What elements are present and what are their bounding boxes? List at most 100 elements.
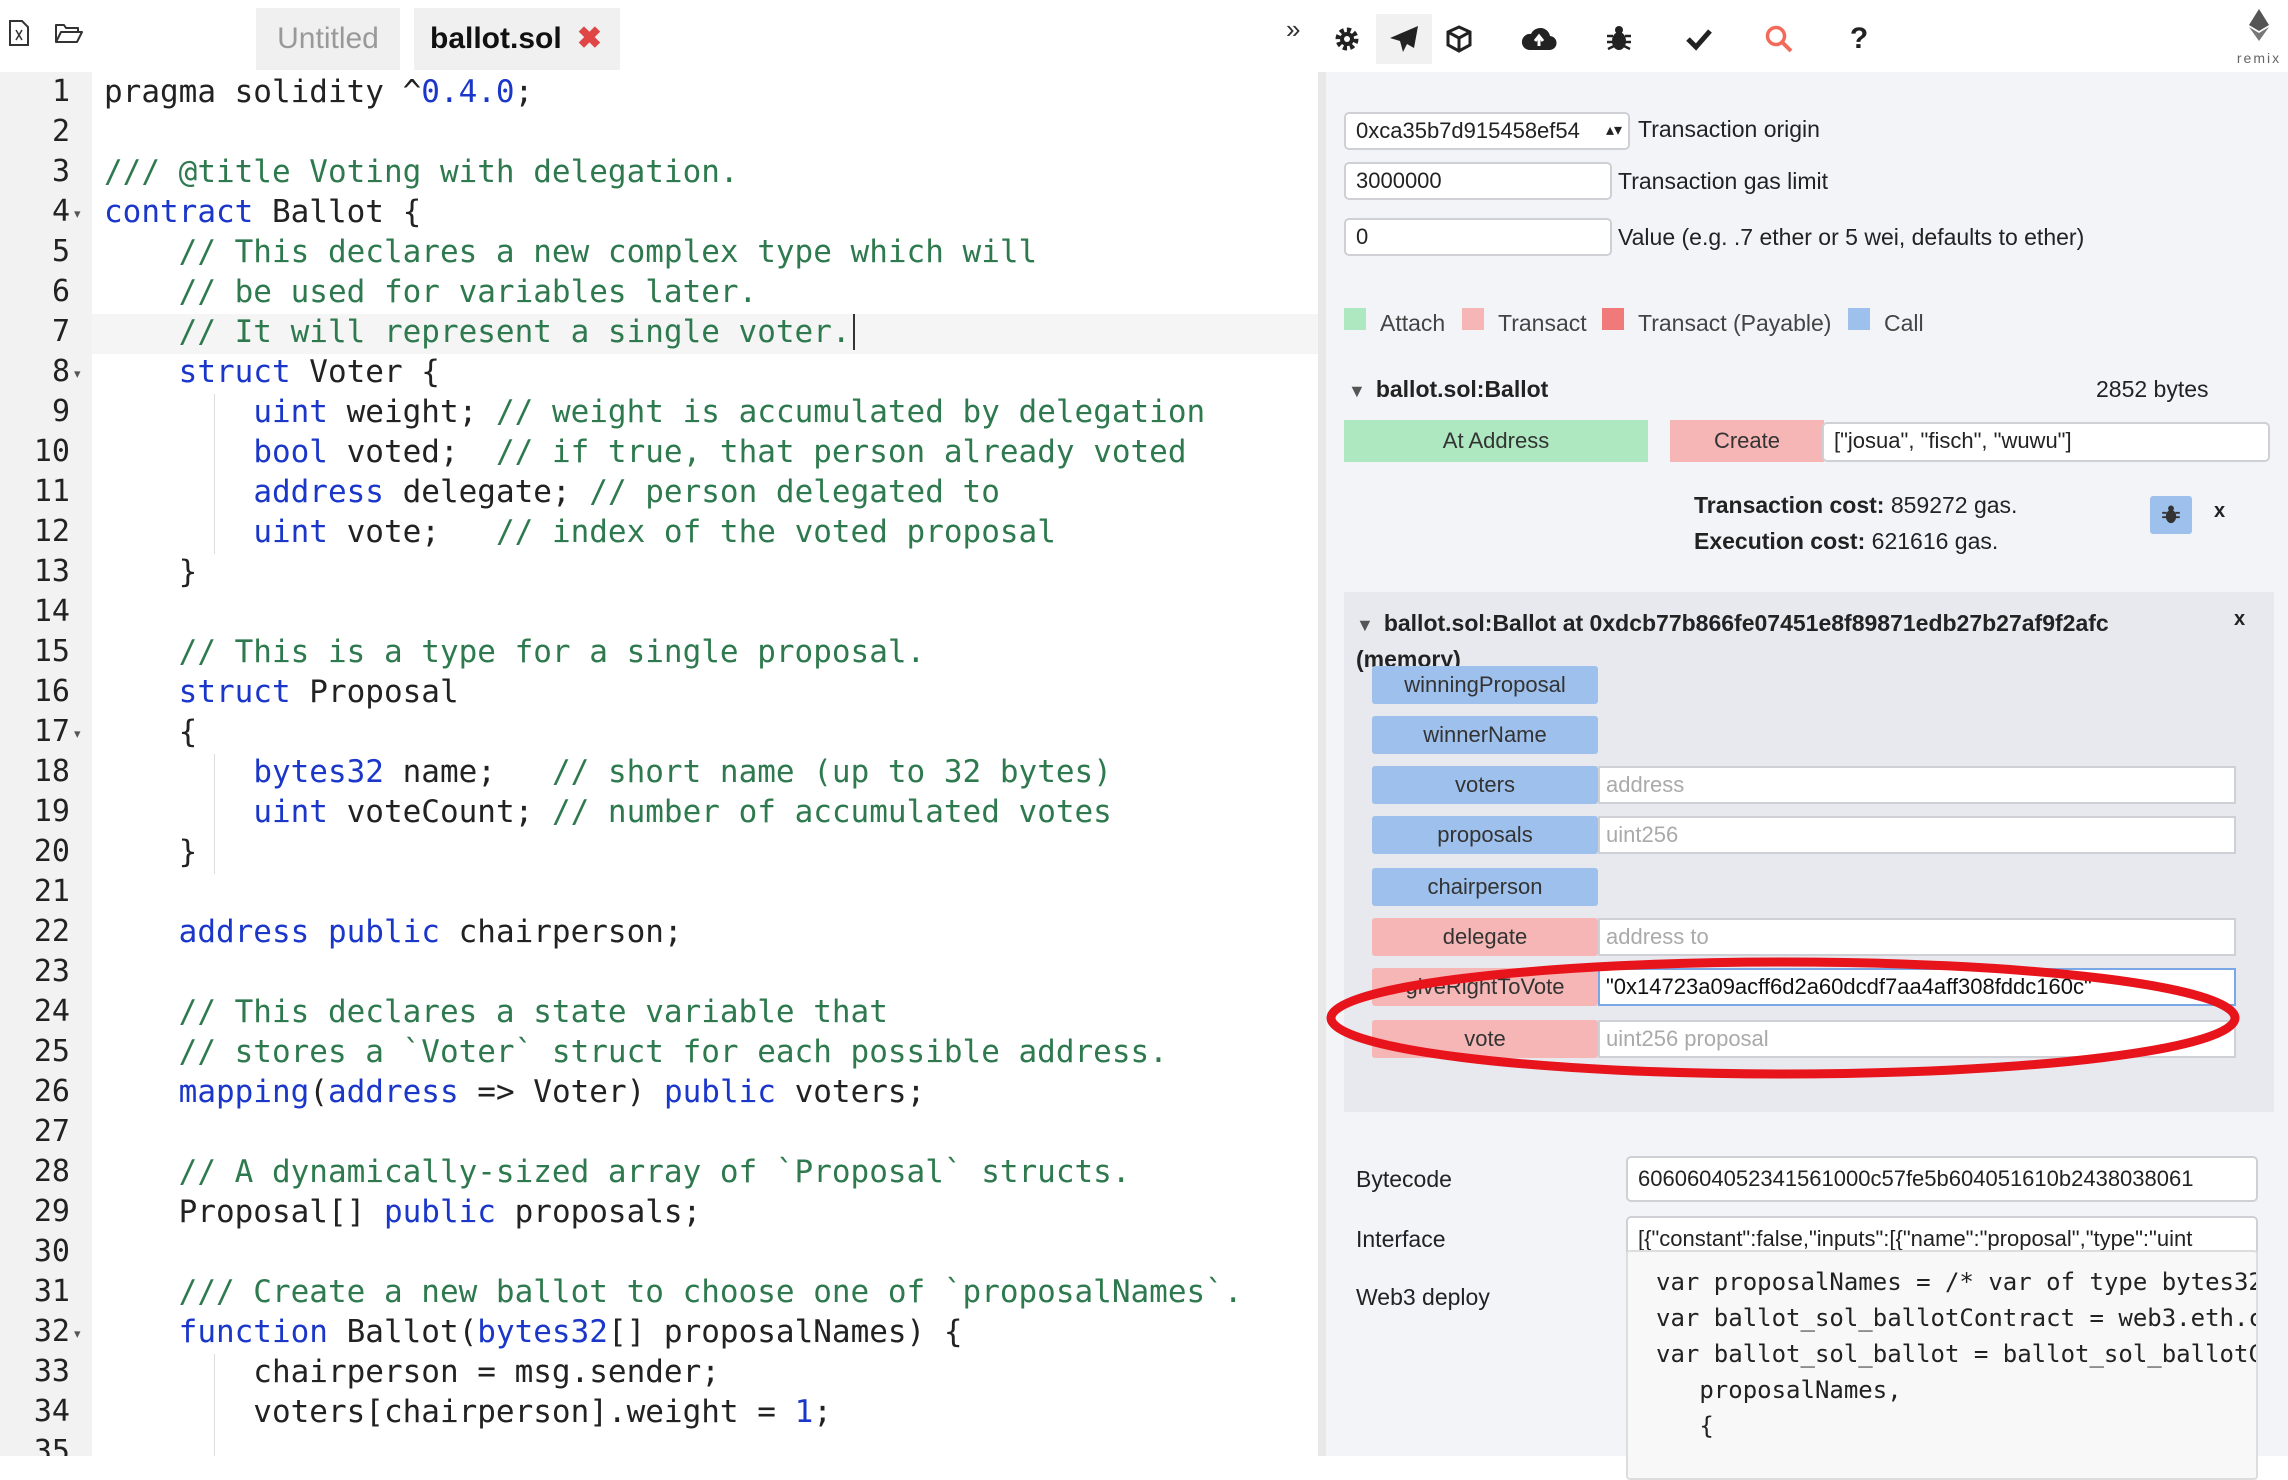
transaction-cost-value: 859272 gas. — [1884, 492, 2018, 518]
settings-icon[interactable] — [1322, 14, 1372, 64]
code-comment: // It will represent a single voter. — [104, 314, 851, 350]
create-button[interactable]: Create — [1670, 420, 1824, 462]
code-text: } — [104, 834, 198, 870]
tab-ballot-sol[interactable]: ballot.sol ✖ — [414, 8, 620, 70]
delegate-button[interactable]: delegate — [1372, 918, 1598, 956]
code-line[interactable]: mapping(address => Voter) public voters; — [104, 1074, 926, 1110]
code-line[interactable]: // be used for variables later. — [104, 274, 758, 310]
at-address-button[interactable]: At Address — [1344, 420, 1648, 462]
code-line[interactable]: struct Proposal — [104, 674, 459, 710]
legend-transact-label: Transact — [1498, 310, 1587, 336]
code-line[interactable]: uint voteCount; // number of accumulated… — [104, 794, 1112, 830]
code-line[interactable]: address delegate; // person delegated to — [104, 474, 1000, 510]
gas-limit-input[interactable]: 3000000 — [1344, 162, 1612, 200]
legend-call-label: Call — [1884, 310, 1924, 336]
chairperson-button[interactable]: chairperson — [1372, 868, 1598, 906]
line-number: 34 — [33, 1394, 70, 1429]
transaction-origin-select[interactable]: 0xca35b7d915458ef54 ▴▾ — [1344, 112, 1630, 150]
giveRightToVote-input[interactable]: "0x14723a09acff6d2a60dcdf7aa4aff308fddc1… — [1598, 968, 2236, 1006]
close-tab-icon[interactable]: ✖ — [577, 8, 602, 70]
transaction-cost-label: Transaction cost: — [1694, 492, 1885, 518]
code-line[interactable]: voters[chairperson].weight = 1; — [104, 1394, 832, 1430]
publish-icon[interactable] — [1514, 14, 1564, 64]
fold-arrow-icon[interactable]: ▾ — [74, 366, 81, 382]
transaction-origin-label: Transaction origin — [1638, 116, 1820, 142]
code-line[interactable]: uint vote; // index of the voted proposa… — [104, 514, 1056, 550]
vote-button[interactable]: vote — [1372, 1020, 1598, 1058]
code-line[interactable]: bytes32 name; // short name (up to 32 by… — [104, 754, 1112, 790]
code-editor[interactable]: 1 2 3 4 ▾ 5 6 7 8 ▾ 9 10 11 12 13 14 15 16 17 ▾ 18 19 20 21 22 23… — [0, 72, 1322, 1456]
create-args-input[interactable]: ["josua", "fisch", "wuwu"] — [1822, 422, 2270, 462]
code-line[interactable]: // stores a `Voter` struct for each poss… — [104, 1034, 1168, 1070]
fold-arrow-icon[interactable]: ▾ — [74, 726, 81, 742]
collapse-panel-icon[interactable]: » — [1286, 14, 1300, 45]
collapse-triangle-icon[interactable]: ▼ — [1356, 615, 1374, 636]
line-number: 35 — [33, 1434, 70, 1456]
instance-title[interactable]: ▼ ballot.sol:Ballot at 0xdcb77b866fe07451… — [1356, 610, 2109, 637]
code-line[interactable]: // This declares a state variable that — [104, 994, 888, 1030]
interface-label: Interface — [1356, 1226, 1446, 1252]
code-line[interactable]: } — [104, 834, 198, 870]
proposals-input[interactable]: uint256 — [1598, 816, 2236, 854]
voters-button[interactable]: voters — [1372, 766, 1598, 804]
dismiss-cost-button[interactable]: x — [2214, 500, 2225, 523]
code-text: voters[chairperson].weight = — [104, 1394, 795, 1430]
code-line[interactable]: struct Voter { — [104, 354, 440, 390]
debugger-icon[interactable] — [1594, 14, 1644, 64]
help-icon[interactable]: ? — [1834, 14, 1884, 64]
code-line[interactable]: /// @title Voting with delegation. — [104, 154, 739, 190]
code-text: delegate; — [383, 474, 590, 510]
voters-input[interactable]: address — [1598, 766, 2236, 804]
file-solidity-icon[interactable] — [2, 16, 36, 50]
fold-arrow-icon[interactable]: ▾ — [74, 206, 81, 222]
giveRightToVote-button[interactable]: giveRightToVote — [1372, 968, 1598, 1006]
code-line[interactable]: // A dynamically-sized array of `Proposa… — [104, 1154, 1131, 1190]
code-line[interactable]: chairperson = msg.sender; — [104, 1354, 720, 1390]
code-line[interactable]: function Ballot(bytes32[] proposalNames)… — [104, 1314, 963, 1350]
code-line[interactable]: // This declares a new complex type whic… — [104, 234, 1038, 270]
code-comment: // be used for variables later. — [104, 274, 758, 310]
tab-untitled[interactable]: Untitled — [256, 8, 400, 70]
folder-open-icon[interactable] — [52, 16, 86, 50]
code-line[interactable]: { — [104, 714, 198, 750]
code-area[interactable]: pragma solidity ^0.4.0; /// @title Voting… — [92, 72, 1322, 1456]
value-input[interactable]: 0 — [1344, 218, 1612, 256]
remove-instance-button[interactable]: x — [2234, 608, 2245, 631]
code-line[interactable]: contract Ballot { — [104, 194, 421, 230]
code-line[interactable]: // It will represent a single voter.​ — [104, 314, 855, 350]
code-line[interactable]: Proposal[] public proposals; — [104, 1194, 702, 1230]
line-number: 19 — [33, 794, 70, 829]
vote-input[interactable]: uint256 proposal — [1598, 1020, 2236, 1058]
execution-cost-label: Execution cost: — [1694, 528, 1866, 554]
code-line[interactable]: bool voted; // if true, that person alre… — [104, 434, 1186, 470]
winningProposal-button[interactable]: winningProposal — [1372, 666, 1598, 704]
code-comment: // weight is accumulated by delegation — [495, 394, 1206, 430]
editor-pane: Untitled ballot.sol ✖ » 1 2 3 4 ▾ 5 6 7 8 ▾ 9 10 11 1… — [0, 0, 1322, 1456]
code-line[interactable]: // This is a type for a single proposal. — [104, 634, 926, 670]
analysis-icon[interactable] — [1674, 14, 1724, 64]
proposals-button[interactable]: proposals — [1372, 816, 1598, 854]
line-number: 14 — [33, 594, 70, 629]
web3-deploy-code[interactable]: var proposalNames = /* var of type bytes… — [1626, 1250, 2258, 1480]
winnerName-button[interactable]: winnerName — [1372, 716, 1598, 754]
code-line[interactable]: } — [104, 554, 198, 590]
compile-icon[interactable] — [1434, 14, 1484, 64]
transaction-cost: Transaction cost: 859272 gas. — [1694, 492, 2017, 519]
pane-splitter[interactable] — [1318, 72, 1326, 1456]
code-line[interactable]: uint weight; // weight is accumulated by… — [104, 394, 1205, 430]
run-icon[interactable] — [1376, 14, 1432, 64]
collapse-triangle-icon[interactable]: ▼ — [1348, 381, 1366, 402]
contract-header[interactable]: ▼ ballot.sol:Ballot — [1348, 376, 1548, 403]
bytecode-field[interactable]: 6060604052341561000c57fe5b604051610b2438… — [1626, 1156, 2258, 1202]
code-line[interactable]: /// Create a new ballot to choose one of… — [104, 1274, 1243, 1310]
delegate-input[interactable]: address to — [1598, 918, 2236, 956]
code-line[interactable]: address public chairperson; — [104, 914, 683, 950]
debug-transaction-button[interactable] — [2150, 496, 2192, 534]
search-icon[interactable] — [1754, 14, 1804, 64]
fold-arrow-icon[interactable]: ▾ — [74, 1326, 81, 1342]
contract-instance: ▼ ballot.sol:Ballot at 0xdcb77b866fe07451… — [1344, 592, 2274, 1112]
code-line[interactable]: pragma solidity ^0.4.0; — [104, 74, 533, 110]
